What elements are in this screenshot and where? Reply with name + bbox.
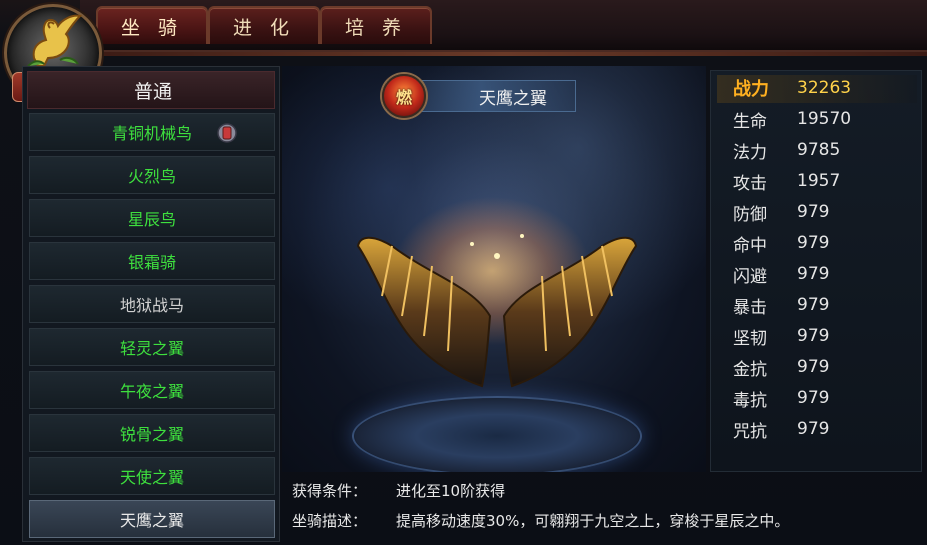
condition-row: 获得条件： 进化至10阶获得 [292, 478, 505, 502]
stat-label: 闪避 [733, 266, 767, 287]
list-item-label: 锐骨之翼 [119, 425, 184, 444]
stat-row: 法力 9785 [733, 137, 840, 163]
list-item-label: 星辰鸟 [127, 210, 176, 229]
list-item-label: 天鹰之翼 [119, 511, 184, 530]
stat-label: 战力 [733, 79, 769, 100]
stat-value: 19570 [797, 109, 852, 129]
mount-list: 普通 青铜机械鸟 火烈鸟 星辰鸟 银霜骑 地狱战马 轻灵之翼 午夜之翼 锐骨之翼… [22, 66, 280, 542]
mount-name: 天鹰之翼 [479, 88, 547, 109]
list-item-selected[interactable]: 天鹰之翼 [29, 500, 275, 538]
stat-value: 979 [797, 388, 830, 408]
stat-row: 坚韧 979 [733, 323, 829, 349]
game-window: 坐 骑 进 化 培 养 坐骑 普通 青铜机械鸟 火烈鸟 星辰鸟 银霜骑 地狱战马… [0, 0, 927, 545]
tab-evolve[interactable]: 进 化 [208, 6, 320, 44]
condition-value: 进化至10阶获得 [396, 481, 506, 500]
list-item-label: 青铜机械鸟 [111, 124, 192, 143]
stat-row: 毒抗 979 [733, 385, 829, 411]
list-item[interactable]: 银霜骑 [29, 242, 275, 280]
stat-label: 咒抗 [733, 421, 767, 442]
stat-value: 979 [797, 357, 830, 377]
stat-label: 坚韧 [733, 328, 767, 349]
stat-label: 毒抗 [733, 390, 767, 411]
list-item-label: 地狱战马 [119, 296, 184, 315]
stat-power: 战力 32263 [733, 75, 851, 101]
stat-row: 闪避 979 [733, 261, 829, 287]
description-row: 坐骑描述： 提高移动速度30%，可翱翔于九空之上，穿梭于星辰之中。 [292, 508, 789, 532]
list-item[interactable]: 地狱战马 [29, 285, 275, 323]
stat-row: 生命 19570 [733, 106, 851, 132]
stat-value: 979 [797, 295, 830, 315]
mount-preview: 天鹰之翼 燃 [282, 66, 706, 472]
stat-row: 命中 979 [733, 230, 829, 256]
list-item-label: 轻灵之翼 [119, 339, 184, 358]
stat-row: 暴击 979 [733, 292, 829, 318]
stat-label: 金抗 [733, 359, 767, 380]
list-item[interactable]: 午夜之翼 [29, 371, 275, 409]
list-item[interactable]: 锐骨之翼 [29, 414, 275, 452]
stat-value: 1957 [797, 171, 841, 191]
stat-value: 979 [797, 419, 830, 439]
description-value: 提高移动速度30%，可翱翔于九空之上，穿梭于星辰之中。 [396, 511, 790, 530]
stat-value: 9785 [797, 140, 841, 160]
pegasus-icon [27, 14, 82, 67]
list-item-label: 火烈鸟 [127, 167, 176, 186]
wings-model [356, 234, 638, 388]
stat-value: 979 [797, 264, 830, 284]
stat-row: 咒抗 979 [733, 416, 829, 442]
stat-label: 法力 [733, 142, 767, 163]
stat-row: 金抗 979 [733, 354, 829, 380]
stat-value: 32263 [797, 78, 852, 98]
description-label: 坐骑描述： [292, 511, 368, 530]
list-item-label: 银霜骑 [127, 253, 176, 272]
list-item[interactable]: 火烈鸟 [29, 156, 275, 194]
stat-label: 命中 [733, 235, 767, 256]
list-item-label: 天使之翼 [119, 468, 184, 487]
list-item[interactable]: 天使之翼 [29, 457, 275, 495]
stat-label: 暴击 [733, 297, 767, 318]
shield-icon [217, 123, 237, 143]
list-item[interactable]: 青铜机械鸟 [29, 113, 275, 151]
list-item-label: 午夜之翼 [119, 382, 184, 401]
condition-label: 获得条件： [292, 481, 368, 500]
stat-row: 防御 979 [733, 199, 829, 225]
stat-label: 生命 [733, 111, 767, 132]
list-header-normal[interactable]: 普通 [27, 71, 275, 109]
stats-panel: 战力 32263 生命 19570 法力 9785 攻击 1957 防御 979 命中 97… [710, 70, 922, 472]
stat-value: 979 [797, 202, 830, 222]
list-item[interactable]: 星辰鸟 [29, 199, 275, 237]
stat-value: 979 [797, 326, 830, 346]
tab-mount[interactable]: 坐 骑 [96, 6, 208, 44]
stat-row: 攻击 1957 [733, 168, 840, 194]
stat-label: 防御 [733, 204, 767, 225]
stat-value: 979 [797, 233, 830, 253]
list-item[interactable]: 轻灵之翼 [29, 328, 275, 366]
tab-train[interactable]: 培 养 [320, 6, 432, 44]
stat-label: 攻击 [733, 173, 767, 194]
burn-icon[interactable]: 燃 [382, 74, 426, 118]
